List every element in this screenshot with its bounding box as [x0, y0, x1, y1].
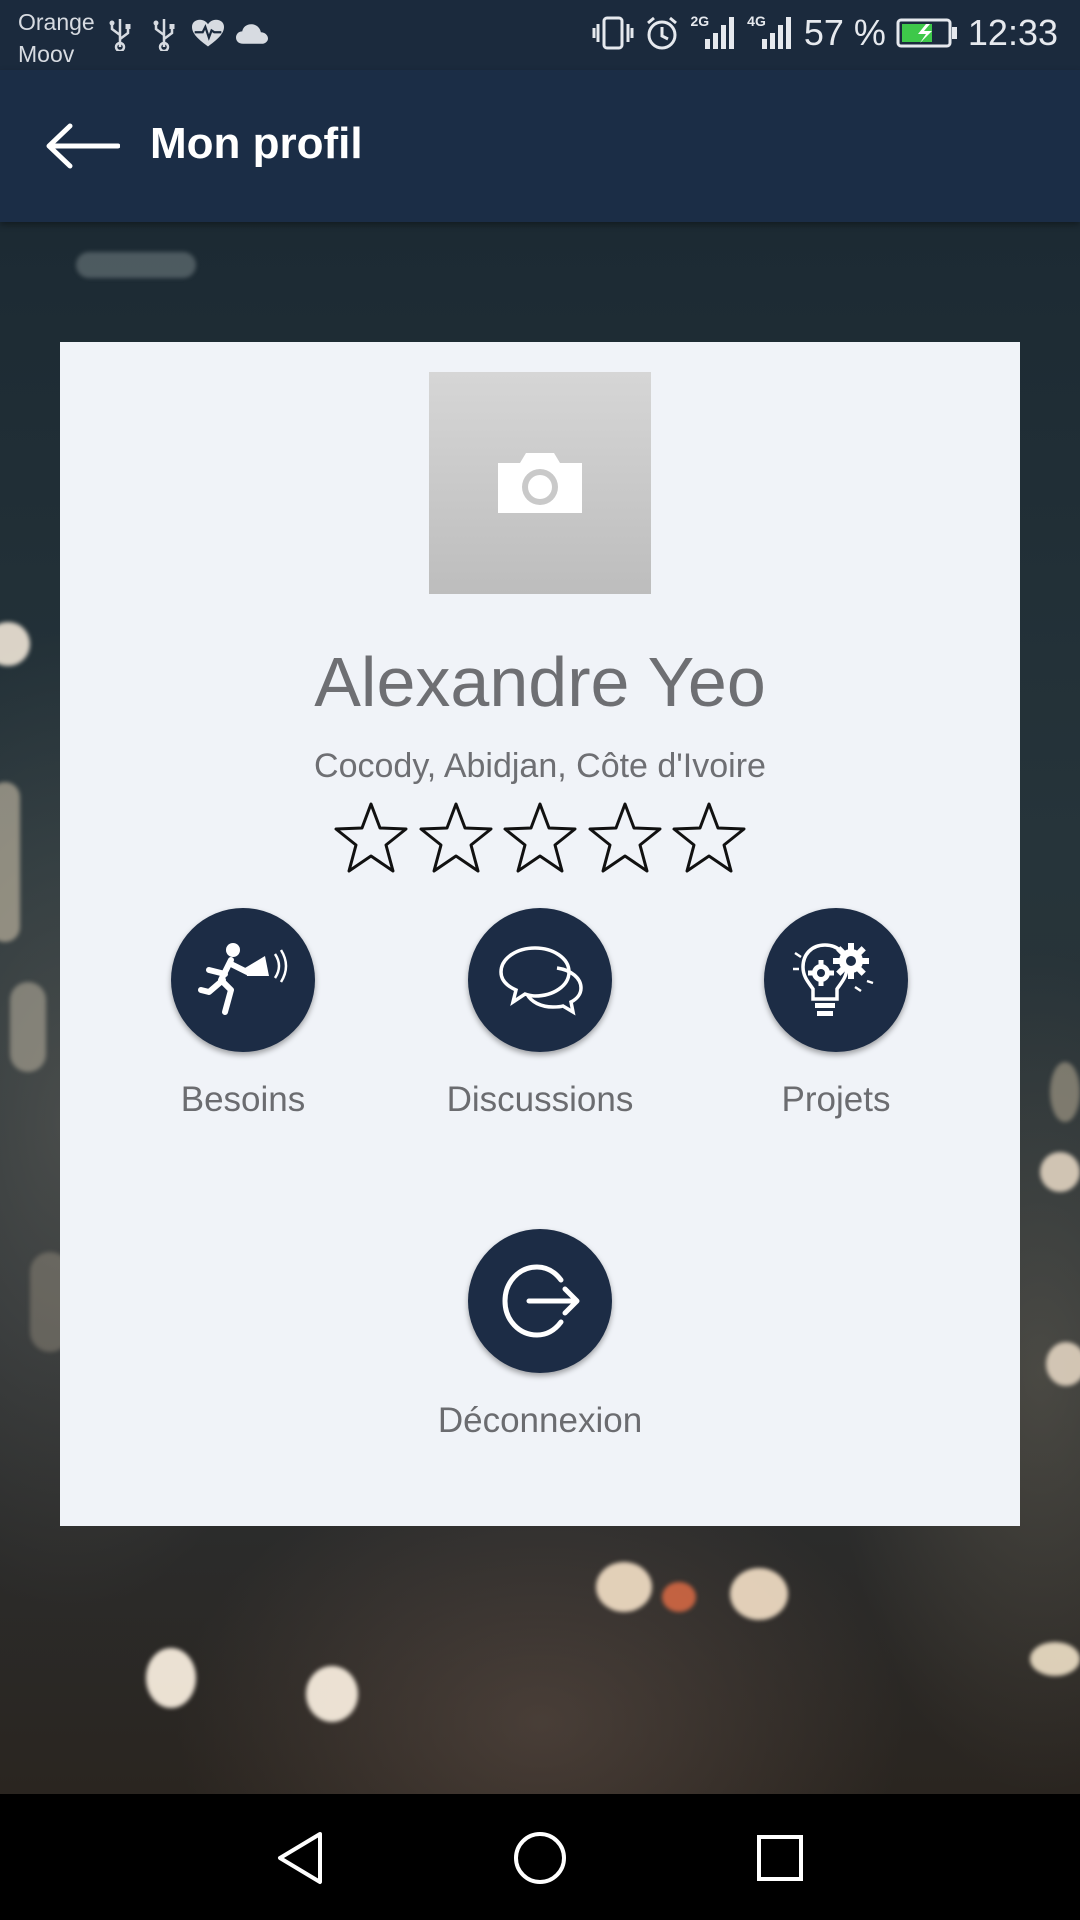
action-circle[interactable] — [468, 908, 612, 1052]
profile-name: Alexandre Yeo — [314, 643, 766, 721]
profile-card: Alexandre Yeo Cocody, Abidjan, Côte d'Iv… — [60, 342, 1020, 1526]
circle-home-icon — [514, 1832, 566, 1884]
app-bar: Mon profil — [0, 70, 1080, 222]
star-icon[interactable] — [333, 800, 409, 876]
usb-icon — [104, 16, 136, 52]
camera-icon — [498, 453, 582, 513]
nav-back-button[interactable] — [270, 1828, 330, 1888]
projets-label: Projets — [781, 1080, 891, 1119]
clock-time: 12:33 — [967, 12, 1058, 53]
discussions-label: Discussions — [446, 1080, 634, 1119]
carrier-names: Orange Moov — [18, 6, 95, 70]
navigation-bar — [0, 1794, 1080, 1920]
back-button[interactable] — [42, 114, 122, 178]
battery-percent: 57 % — [803, 12, 886, 53]
cloud-icon — [236, 16, 268, 52]
lightbulb-gear-icon — [793, 943, 874, 1016]
battery-charging-icon — [896, 18, 958, 48]
profile-screen: Orange Moov 2G 4G 57 % 12:33 Mon profil … — [0, 0, 1080, 1920]
logout-button[interactable]: Déconnexion — [420, 1229, 660, 1443]
usb-icon — [148, 16, 180, 52]
signal-strength-icon: 2G — [690, 13, 737, 51]
besoins-button[interactable]: Besoins — [123, 908, 363, 1122]
network-type-label: 2G — [690, 13, 710, 29]
projets-button[interactable]: Projets — [716, 908, 956, 1122]
star-icon[interactable] — [587, 800, 663, 876]
action-circle[interactable] — [468, 1229, 612, 1373]
star-icon[interactable] — [671, 800, 747, 876]
arrow-left-icon — [46, 123, 120, 169]
logout-icon — [502, 1264, 580, 1338]
megaphone-runner-icon — [198, 943, 288, 1015]
status-bar: Orange Moov 2G 4G 57 % 12:33 — [0, 0, 1080, 70]
star-icon[interactable] — [502, 800, 578, 876]
alarm-clock-icon — [644, 15, 680, 51]
chat-bubbles-icon — [499, 946, 583, 1016]
profile-location: Cocody, Abidjan, Côte d'Ivoire — [314, 747, 766, 785]
triangle-back-icon — [278, 1832, 322, 1884]
network-type-label: 4G — [747, 13, 766, 29]
square-recents-icon — [757, 1835, 803, 1881]
star-icon[interactable] — [418, 800, 494, 876]
discussions-button[interactable]: Discussions — [420, 908, 660, 1122]
carrier-secondary: Moov — [18, 41, 75, 67]
vibrate-icon — [592, 14, 634, 52]
action-circle[interactable] — [764, 908, 908, 1052]
carrier-primary: Orange — [18, 9, 95, 35]
nav-recents-button[interactable] — [750, 1828, 810, 1888]
health-heart-icon — [192, 16, 224, 52]
action-circle[interactable] — [171, 908, 315, 1052]
nav-home-button[interactable] — [510, 1828, 570, 1888]
signal-strength-icon: 4G — [747, 13, 794, 51]
notification-icons — [104, 16, 268, 52]
logout-label: Déconnexion — [437, 1401, 643, 1440]
system-indicators: 2G 4G 57 % 12:33 — [592, 12, 1058, 54]
besoins-label: Besoins — [180, 1080, 306, 1119]
star-rating[interactable] — [333, 800, 747, 876]
page-title: Mon profil — [150, 119, 363, 168]
profile-photo-placeholder[interactable] — [429, 372, 651, 594]
